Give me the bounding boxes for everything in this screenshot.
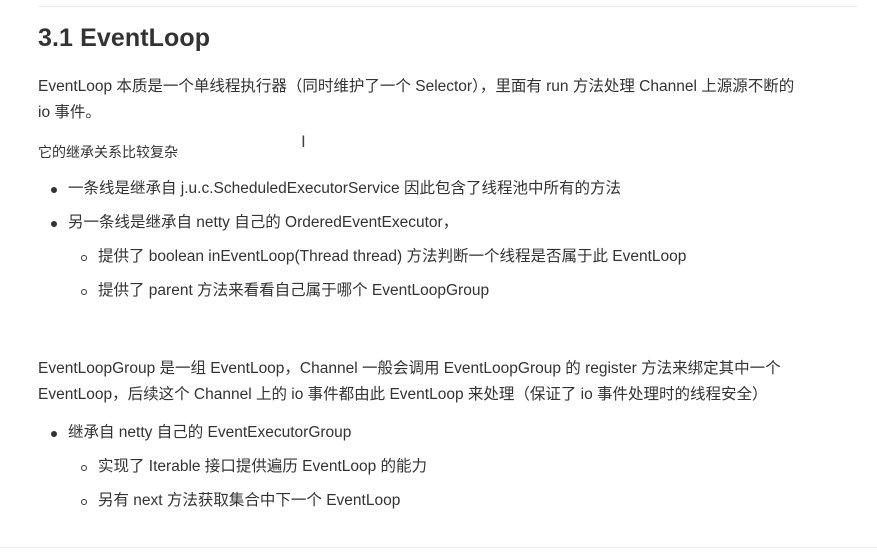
section-heading: 3.1 EventLoop: [38, 24, 211, 52]
list-item: 另一条线是继承自 netty 自己的 OrderedEventExecutor，: [68, 214, 459, 231]
bullet-disc-icon: [51, 431, 57, 437]
sub-list-item: 提供了 parent 方法来看看自己属于哪个 EventLoopGroup: [98, 282, 490, 299]
sub-list-item: 提供了 boolean inEventLoop(Thread thread) 方…: [98, 248, 687, 265]
paragraph-line: EventLoop，后续这个 Channel 上的 io 事件都由此 Event…: [38, 386, 768, 403]
bullet-circle-icon: [81, 255, 87, 261]
paragraph-line: EventLoop 本质是一个单线程执行器（同时维护了一个 Selector），…: [38, 78, 795, 95]
bullet-circle-icon: [81, 465, 87, 471]
paragraph-line: io 事件。: [38, 104, 101, 121]
eventloopgroup-paragraph: EventLoopGroup 是一组 EventLoop，Channel 一般会…: [38, 356, 858, 408]
bottom-divider: [0, 547, 877, 548]
top-divider: [38, 6, 858, 7]
sub-list-item: 实现了 Iterable 接口提供遍历 EventLoop 的能力: [98, 458, 428, 475]
inheritance-note: 它的继承关系比较复杂: [38, 144, 178, 160]
bullet-disc-icon: [51, 187, 57, 193]
bullet-disc-icon: [51, 221, 57, 227]
text-cursor-icon: I: [301, 132, 306, 151]
bullet-circle-icon: [81, 289, 87, 295]
paragraph-line: EventLoopGroup 是一组 EventLoop，Channel 一般会…: [38, 360, 781, 377]
bullet-circle-icon: [81, 499, 87, 505]
eventloop-paragraph: EventLoop 本质是一个单线程执行器（同时维护了一个 Selector），…: [38, 74, 858, 126]
list-item: 一条线是继承自 j.u.c.ScheduledExecutorService 因…: [68, 180, 621, 197]
list-item: 继承自 netty 自己的 EventExecutorGroup: [68, 424, 352, 441]
sub-list-item: 另有 next 方法获取集合中下一个 EventLoop: [98, 492, 401, 509]
